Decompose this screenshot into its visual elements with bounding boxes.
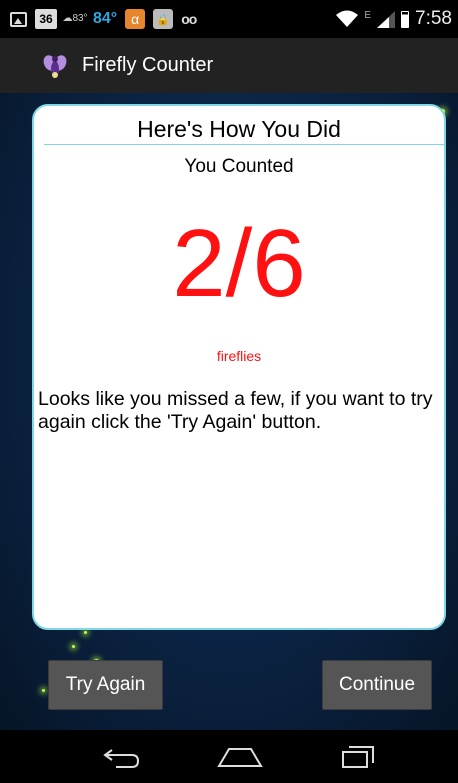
weather-small-temp: 83° <box>72 13 88 24</box>
signal-icon <box>377 10 396 28</box>
continue-button[interactable]: Continue <box>322 660 432 710</box>
action-bar: Firefly Counter <box>0 38 458 93</box>
image-notification-icon <box>10 11 27 27</box>
voicemail-icon: oo <box>181 11 197 27</box>
clock: 7:58 <box>415 8 452 29</box>
app-title: Firefly Counter <box>82 54 214 76</box>
status-bar: 36 ☁ 83° 84° α 🔒 oo E 7:58 <box>0 0 458 38</box>
wifi-icon <box>336 10 359 27</box>
calendar-icon: 36 <box>35 9 57 29</box>
result-dialog: Here's How You Did You Counted 2/6 firef… <box>32 104 446 630</box>
result-message: Looks like you missed a few, if you want… <box>38 388 433 433</box>
dialog-divider <box>44 144 444 145</box>
dialog-title: Here's How You Did <box>137 116 341 142</box>
weather-icon: ☁ 83° <box>62 13 88 24</box>
count-unit: fireflies <box>216 348 262 364</box>
firefly-sparkle <box>42 689 45 692</box>
home-icon[interactable] <box>210 730 270 783</box>
firefly-sparkle <box>84 631 87 634</box>
count-value: 2/6 <box>172 210 306 317</box>
counted-label: You Counted <box>184 156 294 177</box>
system-status: E 7:58 <box>336 0 452 38</box>
try-again-button[interactable]: Try Again <box>48 660 163 710</box>
notification-icons: 36 ☁ 83° 84° α 🔒 oo <box>0 9 197 29</box>
firefly-icon <box>43 54 67 78</box>
network-type-label: E <box>364 9 372 21</box>
recent-apps-icon[interactable] <box>328 730 388 783</box>
temperature-label: 84° <box>93 10 118 27</box>
navigation-bar <box>0 730 458 783</box>
battery-icon <box>401 10 410 28</box>
back-icon[interactable] <box>92 730 152 783</box>
firefly-sparkle <box>72 645 75 648</box>
alpha-app-icon: α <box>125 9 146 29</box>
padlock-app-icon: 🔒 <box>153 9 174 29</box>
